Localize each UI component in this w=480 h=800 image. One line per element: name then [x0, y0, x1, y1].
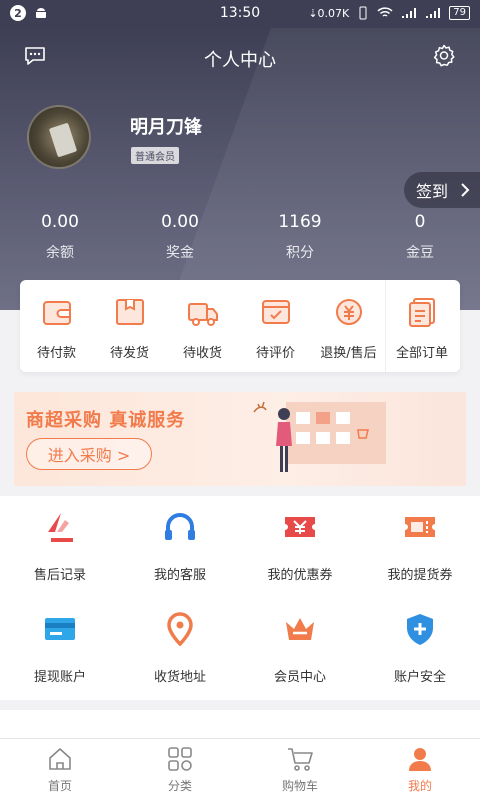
signin-button[interactable]: 签到	[404, 172, 480, 208]
orders-list-icon	[409, 298, 435, 327]
stats-row: 0.00 余额 0.00 奖金 1169 积分 0 金豆	[0, 212, 480, 262]
stat-bonus[interactable]: 0.00 奖金	[120, 212, 240, 262]
voucher-icon	[405, 517, 435, 537]
category-icon	[168, 747, 192, 771]
tab-home[interactable]: 首页	[0, 739, 120, 800]
service-member-center[interactable]: 会员中心	[240, 598, 360, 700]
status-bar: 2 13:50 ⇣0.07K 79	[0, 0, 480, 28]
procurement-banner[interactable]: 商超采购 真诚服务 进入采购 >	[14, 392, 466, 486]
service-after-sales-records[interactable]: 售后记录	[0, 496, 120, 598]
banner-slogan: 商超采购 真诚服务	[26, 410, 186, 431]
location-icon	[167, 612, 193, 646]
order-pending-review[interactable]: 待评价	[239, 280, 312, 372]
tab-category[interactable]: 分类	[120, 739, 240, 800]
user-icon	[409, 748, 431, 771]
truck-icon	[187, 303, 218, 326]
banner-cta-button[interactable]: 进入采购 >	[26, 438, 152, 470]
gear-icon[interactable]	[432, 44, 456, 68]
order-pending-receipt[interactable]: 待收货	[166, 280, 239, 372]
order-refund-after-sales[interactable]: 退换/售后	[312, 280, 385, 372]
tab-cart[interactable]: 购物车	[240, 739, 360, 800]
tab-mine[interactable]: 我的	[360, 739, 480, 800]
order-pending-shipment[interactable]: 待发货	[93, 280, 166, 372]
bottom-tab-bar: 首页 分类 购物车 我的	[0, 738, 480, 800]
next-section-peek	[0, 710, 480, 740]
shield-icon	[407, 614, 433, 645]
after-sales-icon	[48, 513, 73, 542]
order-pending-payment[interactable]: 待付款	[20, 280, 93, 372]
crown-icon	[286, 618, 314, 640]
vibrate-icon	[359, 6, 367, 20]
review-icon	[261, 300, 290, 324]
service-customer-support[interactable]: 我的客服	[120, 496, 240, 598]
avatar[interactable]	[27, 105, 91, 169]
order-all[interactable]: 全部订单	[385, 280, 458, 372]
username: 明月刀锋	[130, 117, 202, 138]
wallet-icon	[42, 301, 71, 325]
headset-icon	[165, 513, 195, 540]
member-level-badge: 普通会员	[131, 147, 179, 164]
coupon-icon	[285, 517, 315, 537]
wifi-icon	[377, 7, 393, 17]
page-title: 个人中心	[204, 50, 276, 71]
cart-icon	[288, 748, 313, 771]
orders-card: 待付款 待发货 待收货 待评价 退换/售后 全部订单	[20, 280, 460, 372]
stat-balance[interactable]: 0.00 余额	[0, 212, 120, 262]
home-icon	[49, 748, 71, 770]
service-shipping-address[interactable]: 收货地址	[120, 598, 240, 700]
message-icon[interactable]	[24, 46, 46, 66]
card-icon	[45, 618, 75, 640]
stat-points[interactable]: 1169 积分	[240, 212, 360, 262]
signal-icon-2	[426, 8, 441, 18]
service-my-coupons[interactable]: 我的优惠券	[240, 496, 360, 598]
services-grid: 售后记录 我的客服 我的优惠券 我的提货券 提现账户 收货地址 会员中心 账户安…	[0, 496, 480, 700]
service-my-vouchers[interactable]: 我的提货券	[360, 496, 480, 598]
battery-level: 79	[449, 6, 470, 20]
stat-gold-beans[interactable]: 0 金豆	[360, 212, 480, 262]
chevron-right-icon	[461, 183, 470, 197]
net-speed: ⇣0.07K	[308, 6, 350, 20]
signal-icon	[402, 8, 417, 18]
service-withdrawal-account[interactable]: 提现账户	[0, 598, 120, 700]
refund-icon	[335, 299, 362, 325]
package-icon	[115, 299, 144, 325]
service-account-security[interactable]: 账户安全	[360, 598, 480, 700]
profile-header: 个人中心 明月刀锋 普通会员 签到 0.00 余额 0.00 奖金 1169 积…	[0, 28, 480, 310]
banner-illustration	[253, 401, 386, 472]
signin-label: 签到	[416, 182, 449, 201]
